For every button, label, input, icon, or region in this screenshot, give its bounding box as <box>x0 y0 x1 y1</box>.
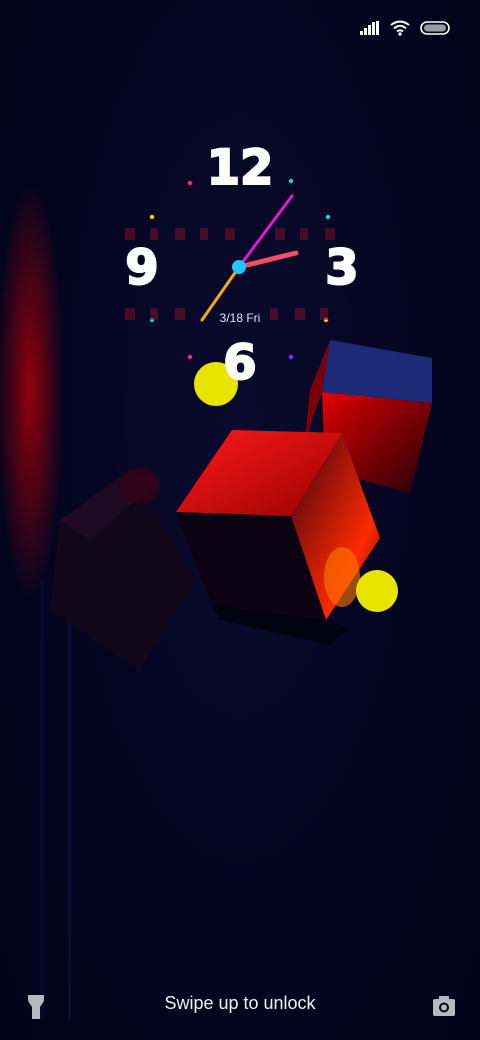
clock-numeral-12: 12 <box>206 139 275 197</box>
clock-numeral-3: 3 <box>324 239 359 297</box>
lockscreen: 12 9 3 6 3/18 Fri Swipe up to unlock <box>0 0 480 1040</box>
analog-clock: 12 9 3 6 <box>120 139 360 392</box>
swipe-up-hint[interactable]: Swipe up to unlock <box>120 993 360 1014</box>
camera-icon <box>433 996 455 1016</box>
clock-numeral-9: 9 <box>124 239 159 297</box>
status-bar <box>360 14 450 42</box>
camera-button[interactable] <box>424 989 464 1025</box>
flashlight-button[interactable] <box>16 989 56 1025</box>
clock-numeral-6: 6 <box>222 334 257 392</box>
signal-icon <box>360 21 379 35</box>
flashlight-icon <box>28 995 44 1019</box>
lockscreen-bottom-bar: Swipe up to unlock <box>0 975 480 1035</box>
battery-icon <box>420 21 450 35</box>
wifi-icon <box>390 20 410 36</box>
date-label: 3/18 Fri <box>219 311 261 325</box>
